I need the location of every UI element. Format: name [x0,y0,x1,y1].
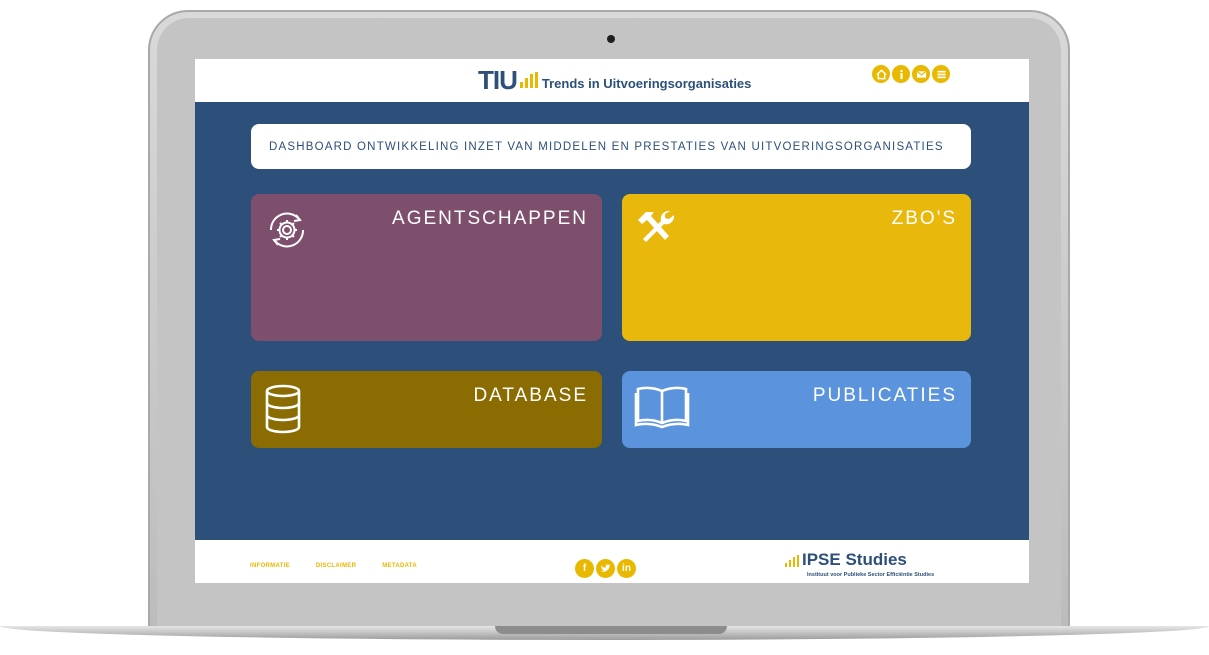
logo-abbr: TIU [478,64,518,95]
tiu-logo[interactable]: TIU Trends in Uitvoeringsorganisaties [478,63,751,97]
logo-text: Trends in Uitvoeringsorganisaties [541,75,752,91]
camera-icon [607,35,615,43]
ipse-bars-icon [785,555,799,567]
dashboard-title-bar: DASHBOARD ONTWIKKELING INZET VAN MIDDELE… [251,124,971,169]
footer-link-disclaimer[interactable]: DISCLAIMER [316,563,356,569]
database-icon [263,383,303,440]
tile-label-zbos: ZBO'S [891,208,957,229]
tile-zbos[interactable]: ZBO'S [622,194,971,341]
tile-label-publicaties: PUBLICATIES [812,385,957,406]
social-icons: f in [575,559,636,578]
tile-publicaties[interactable]: PUBLICATIES [622,371,971,448]
twitter-icon[interactable] [596,559,615,578]
menu-icon[interactable] [932,65,950,83]
footer: INFORMATIE DISCLAIMER METADATA f in IPSE… [195,540,1029,583]
home-icon[interactable] [872,65,890,83]
dashboard-title: DASHBOARD ONTWIKKELING INZET VAN MIDDELE… [269,140,944,153]
logo-bars-icon [519,72,538,88]
book-icon [634,383,690,434]
footer-link-metadata[interactable]: METADATA [382,563,417,569]
tile-label-database: DATABASE [473,385,588,406]
tile-database[interactable]: DATABASE [251,371,602,448]
ipse-subtitle: Instituut voor Publieke Sector Efficiënt… [807,572,935,578]
ipse-logo[interactable]: IPSE Studies Instituut voor Publieke Sec… [785,550,934,578]
ipse-name: IPSE Studies [802,550,907,569]
info-icon[interactable] [892,65,910,83]
tile-agentschappen[interactable]: AGENTSCHAPPEN [251,194,602,341]
footer-link-informatie[interactable]: INFORMATIE [250,563,290,569]
facebook-icon[interactable]: f [575,559,594,578]
header-icons [872,65,950,83]
screen: TIU Trends in Uitvoeringsorganisaties DA… [195,59,1029,583]
top-bar: TIU Trends in Uitvoeringsorganisaties [195,59,1029,102]
tile-label-agentschappen: AGENTSCHAPPEN [392,208,588,229]
tools-icon [634,206,678,255]
gear-cycle-icon [263,206,311,259]
footer-links: INFORMATIE DISCLAIMER METADATA [250,563,417,569]
laptop-notch [495,626,727,634]
mail-icon[interactable] [912,65,930,83]
linkedin-icon[interactable]: in [617,559,636,578]
